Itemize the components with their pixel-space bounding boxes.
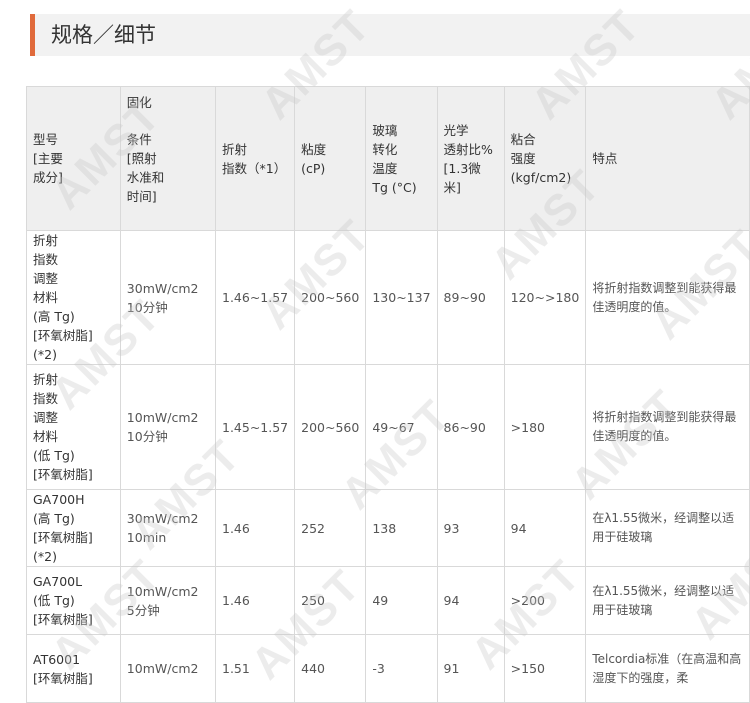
table-row: 折射 指数 调整 材料 (高 Tg) [环氧树脂](*2) 30mW/cm2 1… (26, 230, 750, 365)
table-header-row: 型号 [主要 成分] 固化 条件 [照射 水准和 时间] 折射 指数（*1） 粘… (26, 86, 750, 231)
cell-adhesion: 120~>180 (503, 230, 587, 365)
cell-viscosity: 250 (294, 566, 367, 635)
cell-transmittance: 91 (436, 634, 505, 703)
cell-cure: 30mW/cm2 10min (119, 489, 217, 567)
cell-model: 折射 指数 调整 材料 (高 Tg) [环氧树脂](*2) (26, 230, 121, 365)
cell-feature: 在λ1.55微米，经调整以适用于硅玻璃 (585, 489, 750, 567)
header-cure: 固化 条件 [照射 水准和 时间] (119, 86, 217, 231)
cell-cure-time: 10分钟 (126, 429, 168, 444)
header-viscosity: 粘度 (cP) (294, 86, 367, 231)
cell-cure-time: 10分钟 (126, 299, 168, 315)
cell-index: 1.46 (214, 566, 296, 635)
table-row: 折射 指数 调整 材料 (低 Tg) [环氧树脂] 10mW/cm2 10分钟 … (26, 364, 750, 490)
header-adhesion: 粘合 强度 (kgf/cm2) (503, 86, 587, 231)
cell-tg: -3 (365, 634, 438, 703)
cell-transmittance: 94 (436, 566, 505, 635)
cell-adhesion: 94 (503, 489, 587, 567)
header-model: 型号 [主要 成分] (26, 86, 121, 231)
cell-cure: 10mW/cm2 10分钟 (119, 364, 217, 490)
cell-feature: Telcordia标准（在高温和高湿度下的强度，柔 (585, 634, 750, 703)
cell-cure-time: 5分钟 (126, 602, 160, 618)
table-row: AT6001 [环氧树脂] 10mW/cm2 1.51 440 -3 91 >1… (26, 634, 750, 703)
header-feature: 特点 (585, 86, 750, 231)
cell-model: GA700L (低 Tg) [环氧树脂] (26, 566, 121, 635)
cell-model: AT6001 [环氧树脂] (26, 634, 121, 703)
header-refractive-index: 折射 指数（*1） (214, 86, 296, 231)
cell-viscosity: 200~560 (294, 230, 367, 365)
cell-tg: 49 (365, 566, 438, 635)
cell-tg: 138 (365, 489, 438, 567)
cell-index: 1.51 (214, 634, 296, 703)
cell-cure: 10mW/cm2 (119, 634, 217, 703)
cell-viscosity: 440 (294, 634, 367, 703)
cell-transmittance: 89~90 (436, 230, 505, 365)
cell-cure-intensity: 10mW/cm2 (126, 661, 199, 676)
cell-cure-time: 10min (126, 530, 167, 545)
cell-feature: 将折射指数调整到能获得最佳透明度的值。 (585, 230, 750, 365)
cell-index: 1.46 (214, 489, 296, 567)
cell-adhesion: >180 (503, 364, 587, 490)
cell-adhesion: >150 (503, 634, 587, 703)
header-transmittance: 光学 透射比% [1.3微米] (436, 86, 505, 231)
cell-transmittance: 86~90 (436, 364, 505, 490)
cell-tg: 49~67 (365, 364, 438, 490)
cell-adhesion: >200 (503, 566, 587, 635)
cell-cure-intensity: 30mW/cm2 (126, 511, 199, 526)
header-glass-transition: 玻璃 转化 温度 Tg (°C) (365, 86, 438, 231)
cell-cure-intensity: 10mW/cm2 (126, 410, 199, 425)
cell-tg: 130~137 (365, 230, 438, 365)
page-title: 规格／细节 (51, 23, 156, 47)
header-cure-top: 固化 (126, 95, 152, 110)
cell-transmittance: 93 (436, 489, 505, 567)
cell-cure-intensity: 30mW/cm2 (126, 280, 199, 296)
cell-index: 1.46~1.57 (214, 230, 296, 365)
spec-table: 型号 [主要 成分] 固化 条件 [照射 水准和 时间] 折射 指数（*1） 粘… (26, 86, 750, 703)
cell-viscosity: 200~560 (294, 364, 367, 490)
cell-cure: 10mW/cm2 5分钟 (119, 566, 217, 635)
table-row: GA700H (高 Tg) [环氧树脂](*2) 30mW/cm2 10min … (26, 489, 750, 567)
cell-cure: 30mW/cm2 10分钟 (119, 230, 217, 365)
cell-cure-intensity: 10mW/cm2 (126, 583, 199, 599)
section-title-bar: 规格／细节 (30, 14, 750, 56)
cell-model: GA700H (高 Tg) [环氧树脂](*2) (26, 489, 121, 567)
table-row: GA700L (低 Tg) [环氧树脂] 10mW/cm2 5分钟 1.46 2… (26, 566, 750, 635)
cell-feature: 将折射指数调整到能获得最佳透明度的值。 (585, 364, 750, 490)
cell-viscosity: 252 (294, 489, 367, 567)
cell-index: 1.45~1.57 (214, 364, 296, 490)
header-cure-bottom: 条件 [照射 水准和 时间] (126, 132, 165, 204)
cell-model: 折射 指数 调整 材料 (低 Tg) [环氧树脂] (26, 364, 121, 490)
cell-feature: 在λ1.55微米，经调整以适用于硅玻璃 (585, 566, 750, 635)
